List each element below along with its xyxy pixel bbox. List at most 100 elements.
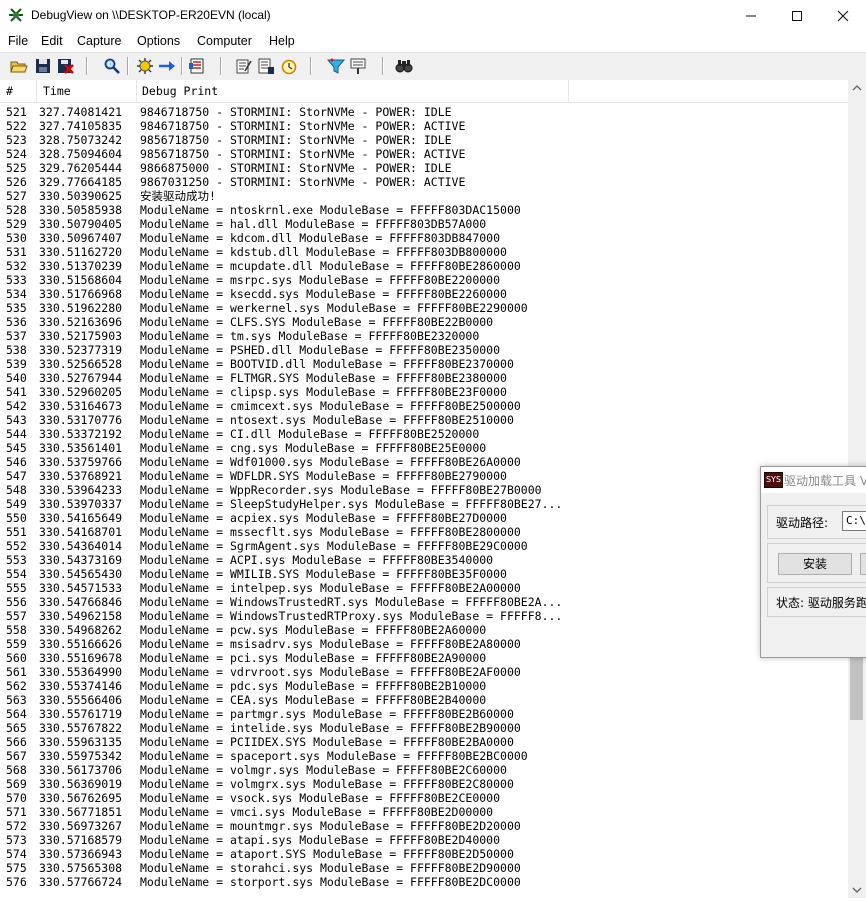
log-row[interactable]: 564 330.55761719 ModuleName = partmgr.sys … xyxy=(0,707,848,721)
log-row[interactable]: 572 330.56973267 ModuleName = mountmgr.sys… xyxy=(0,819,848,833)
log-row[interactable]: 537 330.52175903 ModuleName = tm.sys Modul… xyxy=(0,329,848,343)
log-row[interactable]: 540 330.52767944 ModuleName = FLTMGR.SYS M… xyxy=(0,371,848,385)
log-row[interactable]: 528 330.50585938 ModuleName = ntoskrnl.exe… xyxy=(0,203,848,217)
log-row[interactable]: 573 330.57168579 ModuleName = atapi.sys Mo… xyxy=(0,833,848,847)
menu-edit[interactable]: Edit xyxy=(41,34,63,48)
log-row[interactable]: 555 330.54571533 ModuleName = intelpep.sys… xyxy=(0,581,848,595)
copy-icon[interactable] xyxy=(235,57,253,75)
log-row[interactable]: 526 329.77664185 9867031250 - STORMINI: St… xyxy=(0,175,848,189)
menu-help[interactable]: Help xyxy=(269,34,295,48)
log-row[interactable]: 542 330.53164673 ModuleName = cmimcext.sys… xyxy=(0,399,848,413)
log-row[interactable]: 562 330.55374146 ModuleName = pdc.sys Modu… xyxy=(0,679,848,693)
search-icon[interactable] xyxy=(395,57,413,75)
log-row[interactable]: 527 330.50390625 安装驱动成功! xyxy=(0,189,848,203)
maximize-button[interactable] xyxy=(774,0,820,32)
save-icon[interactable] xyxy=(34,57,52,75)
action-button-group: 安装 xyxy=(767,543,866,583)
log-row[interactable]: 560 330.55169678 ModuleName = pci.sys Modu… xyxy=(0,651,848,665)
open-icon[interactable] xyxy=(10,57,28,75)
log-row[interactable]: 552 330.54364014 ModuleName = SgrmAgent.sy… xyxy=(0,539,848,553)
log-row[interactable]: 545 330.53561401 ModuleName = cng.sys Modu… xyxy=(0,441,848,455)
log-row[interactable]: 536 330.52163696 ModuleName = CLFS.SYS Mod… xyxy=(0,315,848,329)
log-row[interactable]: 523 328.75073242 9856718750 - STORMINI: St… xyxy=(0,133,848,147)
log-row[interactable]: 543 330.53170776 ModuleName = ntosext.sys … xyxy=(0,413,848,427)
menu-capture[interactable]: Capture xyxy=(77,34,121,48)
debug-output-list[interactable]: # Time Debug Print 521 327.74081421 984671… xyxy=(0,80,848,898)
log-row-time: 330.52960205 xyxy=(39,385,123,399)
log-row[interactable]: 557 330.54962158 ModuleName = WindowsTrust… xyxy=(0,609,848,623)
log-row[interactable]: 575 330.57565308 ModuleName = storahci.sys… xyxy=(0,861,848,875)
menu-computer[interactable]: Computer xyxy=(197,34,252,48)
log-row[interactable]: 522 327.74105835 9846718750 - STORMINI: St… xyxy=(0,119,848,133)
log-row[interactable]: 563 330.55566406 ModuleName = CEA.sys Modu… xyxy=(0,693,848,707)
log-row[interactable]: 556 330.54766846 ModuleName = WindowsTrust… xyxy=(0,595,848,609)
log-row[interactable]: 568 330.56173706 ModuleName = volmgr.sys M… xyxy=(0,763,848,777)
log-icon[interactable] xyxy=(257,57,275,75)
log-row[interactable]: 574 330.57366943 ModuleName = ataport.SYS … xyxy=(0,847,848,861)
log-row[interactable]: 558 330.54968262 ModuleName = pcw.sys Modu… xyxy=(0,623,848,637)
column-header-number[interactable]: # xyxy=(6,80,13,102)
log-row[interactable]: 566 330.55963135 ModuleName = PCIIDEX.SYS … xyxy=(0,735,848,749)
log-row[interactable]: 534 330.51766968 ModuleName = ksecdd.sys M… xyxy=(0,287,848,301)
log-row[interactable]: 576 330.57766724 ModuleName = storport.sys… xyxy=(0,875,848,889)
log-row[interactable]: 559 330.55166626 ModuleName = msisadrv.sys… xyxy=(0,637,848,651)
log-row[interactable]: 538 330.52377319 ModuleName = PSHED.dll Mo… xyxy=(0,343,848,357)
log-row[interactable]: 529 330.50790405 ModuleName = hal.dll Modu… xyxy=(0,217,848,231)
log-row[interactable]: 570 330.56762695 ModuleName = vsock.sys Mo… xyxy=(0,791,848,805)
log-row-time: 327.74081421 xyxy=(39,105,123,119)
log-row-debug-print: ModuleName = FLTMGR.SYS ModuleBase = FFF… xyxy=(140,371,507,385)
install-button[interactable]: 安装 xyxy=(778,553,852,575)
log-row[interactable]: 551 330.54168701 ModuleName = mssecflt.sys… xyxy=(0,525,848,539)
log-row[interactable]: 535 330.51962280 ModuleName = werkernel.sy… xyxy=(0,301,848,315)
menu-file[interactable]: File xyxy=(8,34,28,48)
log-row[interactable]: 532 330.51370239 ModuleName = mcupdate.dll… xyxy=(0,259,848,273)
log-row[interactable]: 569 330.56369019 ModuleName = volmgrx.sys … xyxy=(0,777,848,791)
driver-path-input[interactable]: C:\U xyxy=(842,511,866,531)
log-row[interactable]: 554 330.54565430 ModuleName = WMILIB.SYS M… xyxy=(0,567,848,581)
log-row[interactable]: 525 329.76205444 9866875000 - STORMINI: St… xyxy=(0,161,848,175)
clear-icon[interactable] xyxy=(56,57,74,75)
menu-options[interactable]: Options xyxy=(137,34,180,48)
column-header-debug-print[interactable]: Debug Print xyxy=(142,80,218,102)
column-divider[interactable] xyxy=(36,80,37,102)
history-icon[interactable] xyxy=(188,57,206,75)
log-row[interactable]: 547 330.53768921 ModuleName = WDFLDR.SYS M… xyxy=(0,469,848,483)
scroll-down-button[interactable] xyxy=(848,881,866,898)
log-row[interactable]: 531 330.51162720 ModuleName = kdstub.dll M… xyxy=(0,245,848,259)
log-row[interactable]: 533 330.51568604 ModuleName = msrpc.sys Mo… xyxy=(0,273,848,287)
log-row-number: 531 xyxy=(6,245,27,259)
close-button[interactable] xyxy=(820,0,866,32)
log-row-number: 548 xyxy=(6,483,27,497)
log-row[interactable]: 521 327.74081421 9846718750 - STORMINI: St… xyxy=(0,105,848,119)
autoscroll-icon[interactable] xyxy=(158,57,176,75)
minimize-button[interactable] xyxy=(728,0,774,32)
log-row[interactable]: 548 330.53964233 ModuleName = WppRecorder.… xyxy=(0,483,848,497)
log-row[interactable]: 549 330.53970337 ModuleName = SleepStudyHe… xyxy=(0,497,848,511)
log-row[interactable]: 571 330.56771851 ModuleName = vmci.sys Mod… xyxy=(0,805,848,819)
log-row-time: 329.76205444 xyxy=(39,161,123,175)
log-row[interactable]: 541 330.52960205 ModuleName = clipsp.sys M… xyxy=(0,385,848,399)
filter-icon[interactable] xyxy=(327,57,345,75)
log-row[interactable]: 565 330.55767822 ModuleName = intelide.sys… xyxy=(0,721,848,735)
scroll-up-button[interactable] xyxy=(848,80,866,97)
second-action-button[interactable] xyxy=(860,553,866,575)
log-row-number: 561 xyxy=(6,665,27,679)
log-row[interactable]: 567 330.55975342 ModuleName = spaceport.sy… xyxy=(0,749,848,763)
column-divider[interactable] xyxy=(136,80,137,102)
capture-icon[interactable] xyxy=(136,57,154,75)
log-row[interactable]: 561 330.55364990 ModuleName = vdrvroot.sys… xyxy=(0,665,848,679)
highlight-icon[interactable] xyxy=(349,57,367,75)
column-divider[interactable] xyxy=(568,80,569,102)
log-row[interactable]: 530 330.50967407 ModuleName = kdcom.dll Mo… xyxy=(0,231,848,245)
clock-icon[interactable] xyxy=(280,57,298,75)
log-row-time: 330.51766968 xyxy=(39,287,123,301)
column-header-time[interactable]: Time xyxy=(43,80,71,102)
log-row[interactable]: 544 330.53372192 ModuleName = CI.dll Modul… xyxy=(0,427,848,441)
log-row[interactable]: 550 330.54165649 ModuleName = acpiex.sys M… xyxy=(0,511,848,525)
log-row[interactable]: 546 330.53759766 ModuleName = Wdf01000.sys… xyxy=(0,455,848,469)
log-row[interactable]: 524 328.75094604 9856718750 - STORMINI: St… xyxy=(0,147,848,161)
find-icon[interactable] xyxy=(103,57,121,75)
log-row[interactable]: 539 330.52566528 ModuleName = BOOTVID.dll … xyxy=(0,357,848,371)
log-row[interactable]: 553 330.54373169 ModuleName = ACPI.sys Mod… xyxy=(0,553,848,567)
scrollbar-thumb[interactable] xyxy=(850,658,863,720)
